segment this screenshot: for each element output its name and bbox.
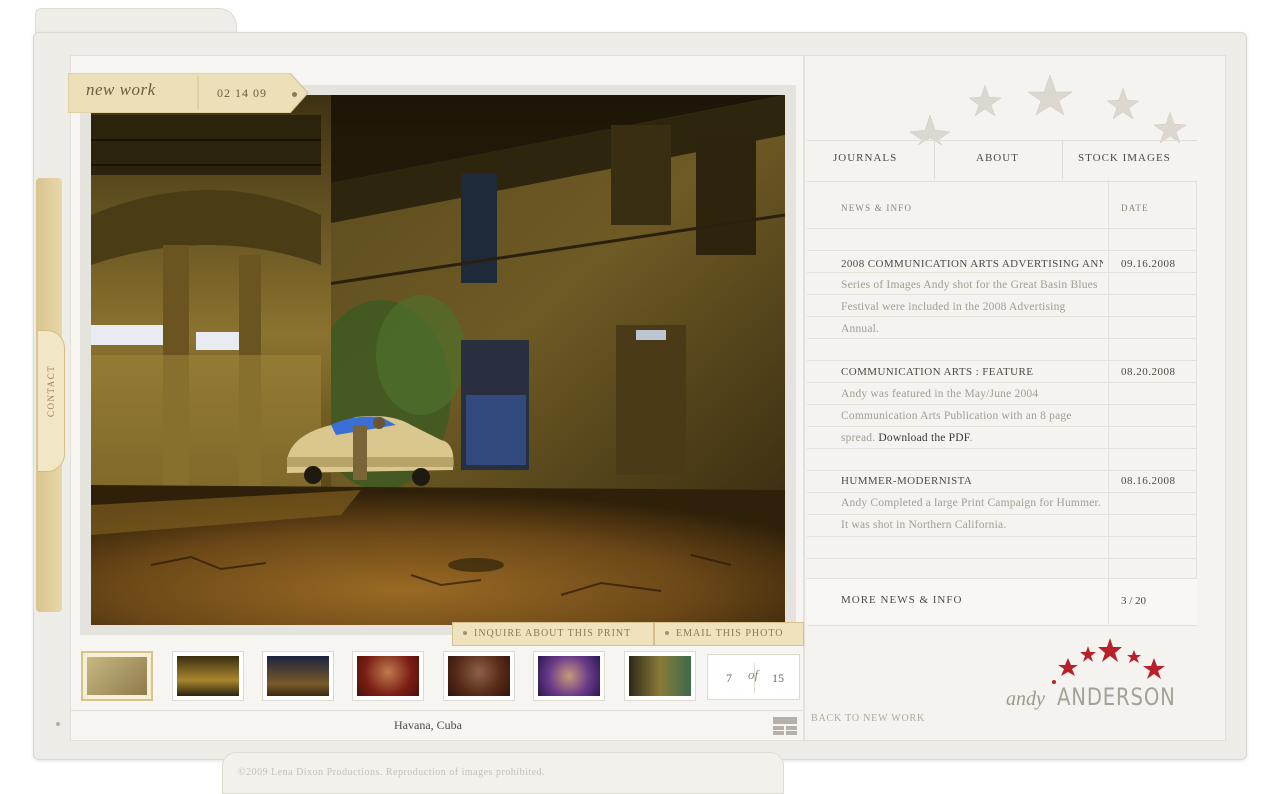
inquire-print-label: INQUIRE ABOUT THIS PRINT: [474, 628, 632, 639]
bullet-icon: [463, 630, 467, 635]
row-line: [807, 250, 1197, 251]
inquire-print-button[interactable]: INQUIRE ABOUT THIS PRINT: [452, 622, 654, 646]
news-header-title: NEWS & INFO: [841, 203, 913, 213]
main-photo[interactable]: [91, 95, 785, 625]
havana-street-photo: [91, 95, 785, 625]
row-line: [807, 470, 1197, 471]
row-line: [807, 382, 1197, 383]
caption-divider: [70, 710, 802, 711]
thumbnail-6[interactable]: [533, 651, 605, 701]
download-pdf-link[interactable]: Download the PDF: [878, 432, 969, 444]
thumbnail-image: [629, 656, 691, 696]
thumbnail-7[interactable]: [624, 651, 696, 701]
thumbnail-image: [267, 656, 329, 696]
news-item-date: 08.20.2008: [1121, 366, 1176, 378]
bullet-icon: [665, 630, 669, 635]
email-photo-label: EMAIL THIS PHOTO: [676, 628, 784, 639]
thumbnail-3[interactable]: [262, 651, 334, 701]
nav-divider: [1062, 141, 1063, 179]
thumbnail-4[interactable]: [352, 651, 424, 701]
news-item-date: 09.16.2008: [1121, 258, 1176, 270]
row-line: [807, 228, 1197, 229]
news-page-count: 3 / 20: [1121, 595, 1147, 607]
news-item-title[interactable]: 2008 COMMUNICATION ARTS ADVERTISING ANNU…: [841, 258, 1103, 270]
counter-total: 15: [772, 671, 784, 685]
new-work-date: 02 14 09: [217, 86, 267, 100]
news-item-title[interactable]: COMMUNICATION ARTS : FEATURE: [841, 366, 1103, 378]
copyright-text: ©2009 Lena Dixon Productions. Reproducti…: [238, 767, 546, 778]
counter-current: 7: [726, 671, 732, 685]
row-line: [807, 558, 1197, 559]
table-column-divider: [1108, 578, 1109, 624]
thumbnail-image: [87, 657, 147, 695]
logo-first-name: andy: [1006, 688, 1045, 710]
news-item-date: 08.16.2008: [1121, 475, 1176, 487]
logo-last-name: ANDERSON: [1057, 683, 1176, 711]
row-line: [807, 272, 1197, 273]
decorative-dot: [56, 722, 60, 726]
grid-view-icon[interactable]: [773, 717, 797, 735]
thumbnail-image: [177, 656, 239, 696]
news-item-body: Series of Images Andy shot for the Great…: [841, 275, 1103, 340]
news-item-text: Series of Images Andy shot for the Great…: [841, 279, 1098, 335]
new-work-label[interactable]: new work: [86, 80, 156, 100]
logo-stars-icon: [1052, 638, 1165, 684]
news-header-date: DATE: [1121, 203, 1149, 213]
thumbnail-image: [357, 656, 419, 696]
thumbnail-2[interactable]: [172, 651, 244, 701]
news-item-title[interactable]: HUMMER-MODERNISTA: [841, 475, 1103, 487]
news-item-text: Andy Completed a large Print Campaign fo…: [841, 497, 1101, 531]
counter-divider: [754, 663, 755, 693]
decorative-stars-icon: [909, 74, 1187, 145]
news-item-body: Andy Completed a large Print Campaign fo…: [841, 493, 1103, 537]
tag-dot: [292, 92, 297, 97]
more-news-link[interactable]: MORE NEWS & INFO: [841, 594, 962, 606]
photo-counter: 7 of 15: [707, 654, 800, 700]
thumbnail-1[interactable]: [81, 651, 153, 701]
back-to-new-work-link[interactable]: BACK TO NEW WORK: [811, 713, 925, 724]
email-photo-button[interactable]: EMAIL THIS PHOTO: [654, 622, 804, 646]
photo-caption: Havana, Cuba: [394, 718, 462, 732]
nav-about[interactable]: ABOUT: [976, 152, 1019, 164]
nav-stock-images[interactable]: STOCK IMAGES: [1078, 152, 1171, 164]
news-item-body: Andy was featured in the May/June 2004 C…: [841, 388, 1072, 444]
contact-label[interactable]: CONTACT: [46, 365, 56, 417]
thumbnail-image: [448, 656, 510, 696]
nav-divider: [934, 141, 935, 179]
row-line: [807, 360, 1197, 361]
nav-journals[interactable]: JOURNALS: [833, 152, 897, 164]
thumbnail-image: [538, 656, 600, 696]
thumbnail-5[interactable]: [443, 651, 515, 701]
